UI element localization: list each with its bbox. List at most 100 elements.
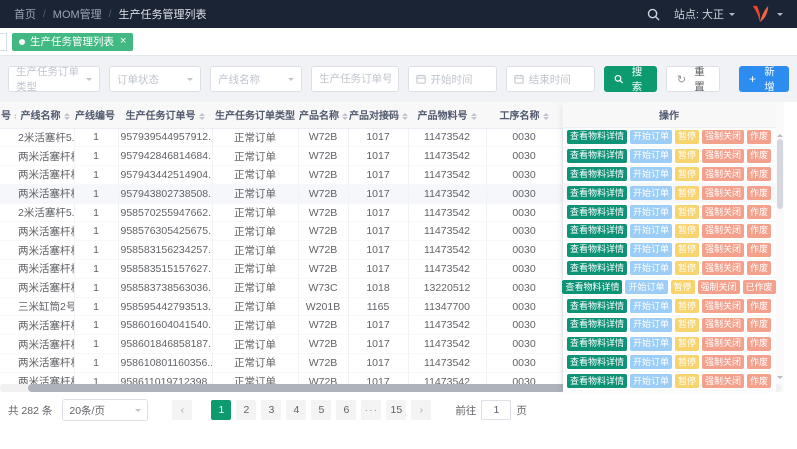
tag-close-icon[interactable]: × (120, 36, 126, 47)
void-button[interactable]: 作废 (747, 355, 771, 369)
column-header[interactable]: 产线编号 (74, 102, 118, 128)
column-header[interactable]: 产品对接码 (348, 102, 408, 128)
force-close-button[interactable]: 强制关闭 (702, 130, 744, 144)
end-time-picker[interactable]: 结束时间 (506, 66, 595, 92)
pause-button[interactable]: 暂停 (675, 337, 699, 351)
view-material-button[interactable]: 查看物料详情 (567, 167, 627, 181)
start-order-button[interactable]: 开始订单 (630, 205, 672, 219)
force-close-button[interactable]: 强制关闭 (702, 224, 744, 238)
start-order-button[interactable]: 开始订单 (630, 318, 672, 332)
search-icon[interactable] (647, 8, 660, 21)
force-close-button[interactable]: 强制关闭 (702, 205, 744, 219)
force-close-button[interactable]: 强制关闭 (702, 355, 744, 369)
breadcrumb-mom[interactable]: MOM管理 (53, 6, 102, 22)
pager-next-button[interactable]: › (411, 400, 431, 420)
start-order-button[interactable]: 开始订单 (630, 224, 672, 238)
pause-button[interactable]: 暂停 (675, 299, 699, 313)
force-close-button[interactable]: 强制关闭 (702, 318, 744, 332)
vertical-scrollbar[interactable] (776, 102, 784, 392)
force-close-button[interactable]: 强制关闭 (698, 280, 740, 294)
view-material-button[interactable]: 查看物料详情 (567, 130, 627, 144)
void-button[interactable]: 作废 (747, 149, 771, 163)
view-material-button[interactable]: 查看物料详情 (567, 224, 627, 238)
start-order-button[interactable]: 开始订单 (630, 243, 672, 257)
view-material-button[interactable]: 查看物料详情 (567, 355, 627, 369)
view-material-button[interactable]: 查看物料详情 (567, 261, 627, 275)
force-close-button[interactable]: 强制关闭 (702, 374, 744, 388)
force-close-button[interactable]: 强制关闭 (702, 167, 744, 181)
user-menu[interactable] (749, 4, 783, 24)
void-button[interactable]: 作废 (747, 186, 771, 200)
start-order-button[interactable]: 开始订单 (630, 149, 672, 163)
pause-button[interactable]: 暂停 (675, 318, 699, 332)
force-close-button[interactable]: 强制关闭 (702, 261, 744, 275)
pager-ellipsis[interactable]: ··· (361, 400, 381, 420)
tag-clipped[interactable] (0, 33, 7, 51)
reset-button[interactable]: ↻ 重置 (666, 66, 720, 92)
view-material-button[interactable]: 查看物料详情 (567, 243, 627, 257)
force-close-button[interactable]: 强制关闭 (702, 299, 744, 313)
void-button[interactable]: 作废 (747, 224, 771, 238)
scroll-down-icon[interactable] (777, 376, 783, 382)
column-header[interactable]: 产品物料号 (408, 102, 486, 128)
sort-icon[interactable] (471, 110, 477, 123)
pause-button[interactable]: 暂停 (675, 243, 699, 257)
order-no-input[interactable] (319, 73, 390, 85)
pause-button[interactable]: 暂停 (675, 130, 699, 144)
start-order-button[interactable]: 开始订单 (630, 299, 672, 313)
void-button[interactable]: 作废 (747, 205, 771, 219)
sort-icon[interactable] (64, 110, 70, 123)
pause-button[interactable]: 暂停 (675, 167, 699, 181)
view-material-button[interactable]: 查看物料详情 (567, 374, 627, 388)
start-order-button[interactable]: 开始订单 (630, 374, 672, 388)
pager-prev-button[interactable]: ‹ (172, 400, 192, 420)
view-material-button[interactable]: 查看物料详情 (562, 280, 622, 294)
pause-button[interactable]: 暂停 (675, 186, 699, 200)
start-order-button[interactable]: 开始订单 (630, 167, 672, 181)
void-button[interactable]: 作废 (747, 261, 771, 275)
sort-icon[interactable] (342, 110, 348, 123)
column-header[interactable]: 生产任务订单号 (118, 102, 212, 128)
sort-icon[interactable] (543, 110, 549, 123)
start-order-button[interactable]: 开始订单 (630, 261, 672, 275)
column-header[interactable]: 号 (0, 102, 16, 128)
void-button[interactable]: 作废 (747, 318, 771, 332)
start-order-button[interactable]: 开始订单 (630, 186, 672, 200)
pager-page-15[interactable]: 15 (386, 400, 406, 420)
void-button[interactable]: 已作废 (743, 280, 776, 294)
pager-page-3[interactable]: 3 (261, 400, 281, 420)
order-type-select[interactable]: 生产任务订单类型 (8, 66, 100, 92)
void-button[interactable]: 作废 (747, 299, 771, 313)
start-time-picker[interactable]: 开始时间 (408, 66, 497, 92)
start-order-button[interactable]: 开始订单 (630, 337, 672, 351)
void-button[interactable]: 作废 (747, 337, 771, 351)
void-button[interactable]: 作废 (747, 130, 771, 144)
pager-page-4[interactable]: 4 (286, 400, 306, 420)
pause-button[interactable]: 暂停 (675, 355, 699, 369)
column-header[interactable]: 工序名称 (486, 102, 562, 128)
pause-button[interactable]: 暂停 (675, 374, 699, 388)
pause-button[interactable]: 暂停 (675, 205, 699, 219)
pause-button[interactable]: 暂停 (675, 224, 699, 238)
order-status-select[interactable]: 订单状态 (109, 66, 201, 92)
column-header[interactable]: 产品名称 (298, 102, 348, 128)
start-order-button[interactable]: 开始订单 (630, 130, 672, 144)
site-selector[interactable]: 站点: 大正 (674, 6, 735, 22)
line-name-select[interactable]: 产线名称 (210, 66, 302, 92)
pager-page-5[interactable]: 5 (311, 400, 331, 420)
vertical-scroll-thumb[interactable] (777, 139, 783, 209)
breadcrumb-home[interactable]: 首页 (14, 6, 36, 22)
start-order-button[interactable]: 开始订单 (625, 280, 667, 294)
search-button[interactable]: 搜索 (604, 66, 657, 92)
column-header[interactable]: 产线名称 (16, 102, 74, 128)
pager-page-1[interactable]: 1 (211, 400, 231, 420)
view-material-button[interactable]: 查看物料详情 (567, 205, 627, 219)
pause-button[interactable]: 暂停 (675, 261, 699, 275)
void-button[interactable]: 作废 (747, 243, 771, 257)
page-size-select[interactable]: 20条/页 (62, 399, 148, 421)
pager-page-2[interactable]: 2 (236, 400, 256, 420)
pager-page-6[interactable]: 6 (336, 400, 356, 420)
view-material-button[interactable]: 查看物料详情 (567, 337, 627, 351)
view-material-button[interactable]: 查看物料详情 (567, 149, 627, 163)
force-close-button[interactable]: 强制关闭 (702, 243, 744, 257)
